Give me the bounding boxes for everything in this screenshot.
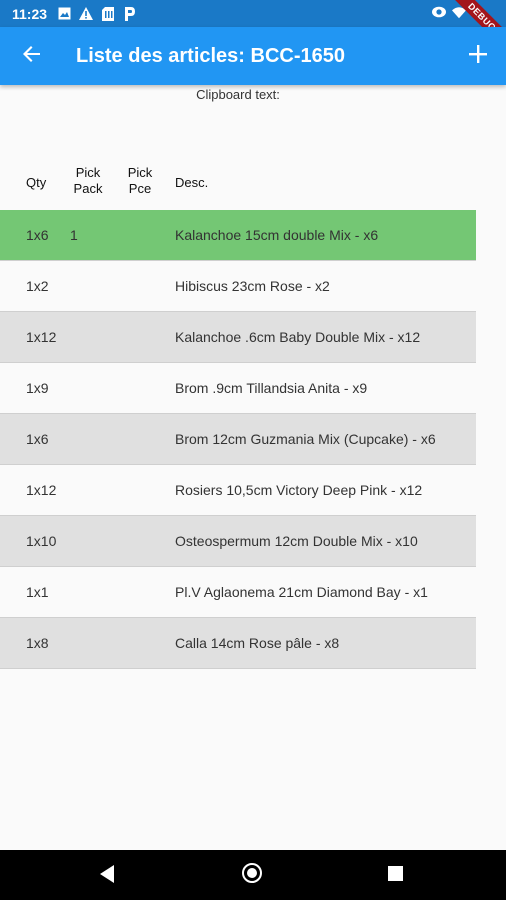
row-desc: Brom 12cm Guzmania Mix (Cupcake) - x6 xyxy=(175,431,436,447)
table-row[interactable]: 1x10 Osteospermum 12cm Double Mix - x10 xyxy=(0,516,476,567)
table-row[interactable]: 1x9 Brom .9cm Tillandsia Anita - x9 xyxy=(0,363,476,414)
row-desc: Osteospermum 12cm Double Mix - x10 xyxy=(175,533,418,549)
row-desc: Kalanchoe 15cm double Mix - x6 xyxy=(175,227,379,243)
nav-back-icon[interactable] xyxy=(100,865,114,883)
row-qty: 1x6 xyxy=(26,431,49,447)
row-qty: 1x10 xyxy=(26,533,57,549)
app-bar: Liste des articles: BCC-1650 xyxy=(0,27,506,85)
row-qty: 1x1 xyxy=(26,584,49,600)
row-qty: 1x12 xyxy=(26,329,57,345)
image-icon xyxy=(57,7,71,21)
table-row[interactable]: 1x12 Rosiers 10,5cm Victory Deep Pink - x… xyxy=(0,465,476,516)
nav-home-icon[interactable] xyxy=(242,863,262,883)
row-desc: Kalanchoe .6cm Baby Double Mix - x12 xyxy=(175,329,421,345)
row-qty: 1x8 xyxy=(26,635,49,651)
row-qty: 1x2 xyxy=(26,278,49,294)
row-desc: Rosiers 10,5cm Victory Deep Pink - x12 xyxy=(175,482,423,498)
status-bar: 11:23 DEBUG xyxy=(0,0,506,58)
sim-icon xyxy=(101,6,115,21)
articles-table: Qty Pick Pack Pick Pce Desc. 1x6 1 Kalanch… xyxy=(0,155,476,669)
row-qty: 1x12 xyxy=(26,482,57,498)
status-time: 11:23 xyxy=(12,5,48,22)
nav-recents-icon[interactable] xyxy=(388,866,403,881)
table-row[interactable]: 1x12 Kalanchoe .6cm Baby Double Mix - x12 xyxy=(0,312,476,363)
row-desc: Hibiscus 23cm Rose - x2 xyxy=(175,278,330,294)
add-button[interactable] xyxy=(462,40,494,72)
arrow-back-icon xyxy=(22,44,42,69)
table-row[interactable]: 1x1 Pl.V Aglaonema 21cm Diamond Bay - x1 xyxy=(0,567,476,618)
row-pick-pack: 1 xyxy=(70,227,78,243)
table-row[interactable]: 1x6 Brom 12cm Guzmania Mix (Cupcake) - x6 xyxy=(0,414,476,465)
row-qty: 1x6 xyxy=(26,227,49,243)
table-header: Qty Pick Pack Pick Pce Desc. xyxy=(0,155,476,210)
row-desc: Brom .9cm Tillandsia Anita - x9 xyxy=(175,380,368,396)
status-right-icons xyxy=(432,5,466,19)
table-row[interactable]: 1x8 Calla 14cm Rose pâle - x8 xyxy=(0,618,476,669)
eye-icon xyxy=(432,5,446,19)
header-qty: Qty xyxy=(26,175,47,190)
row-desc: Calla 14cm Rose pâle - x8 xyxy=(175,635,340,651)
row-desc: Pl.V Aglaonema 21cm Diamond Bay - x1 xyxy=(175,584,428,600)
row-qty: 1x9 xyxy=(26,380,49,396)
warning-icon xyxy=(79,7,94,21)
table-row[interactable]: 1x2 Hibiscus 23cm Rose - x2 xyxy=(0,261,476,312)
back-button[interactable] xyxy=(16,40,48,72)
system-nav-bar xyxy=(0,850,506,900)
parking-icon xyxy=(123,6,137,21)
header-pick-pce: Pick Pce xyxy=(127,165,153,196)
status-left-icons xyxy=(57,6,137,21)
header-pick-pack: Pick Pack xyxy=(73,165,103,196)
header-desc: Desc. xyxy=(175,175,209,190)
clipboard-label: Clipboard text: xyxy=(196,87,280,102)
page-title: Liste des articles: BCC-1650 xyxy=(76,44,346,67)
table-row[interactable]: 1x6 1 Kalanchoe 15cm double Mix - x6 xyxy=(0,210,476,261)
plus-icon xyxy=(469,44,487,68)
